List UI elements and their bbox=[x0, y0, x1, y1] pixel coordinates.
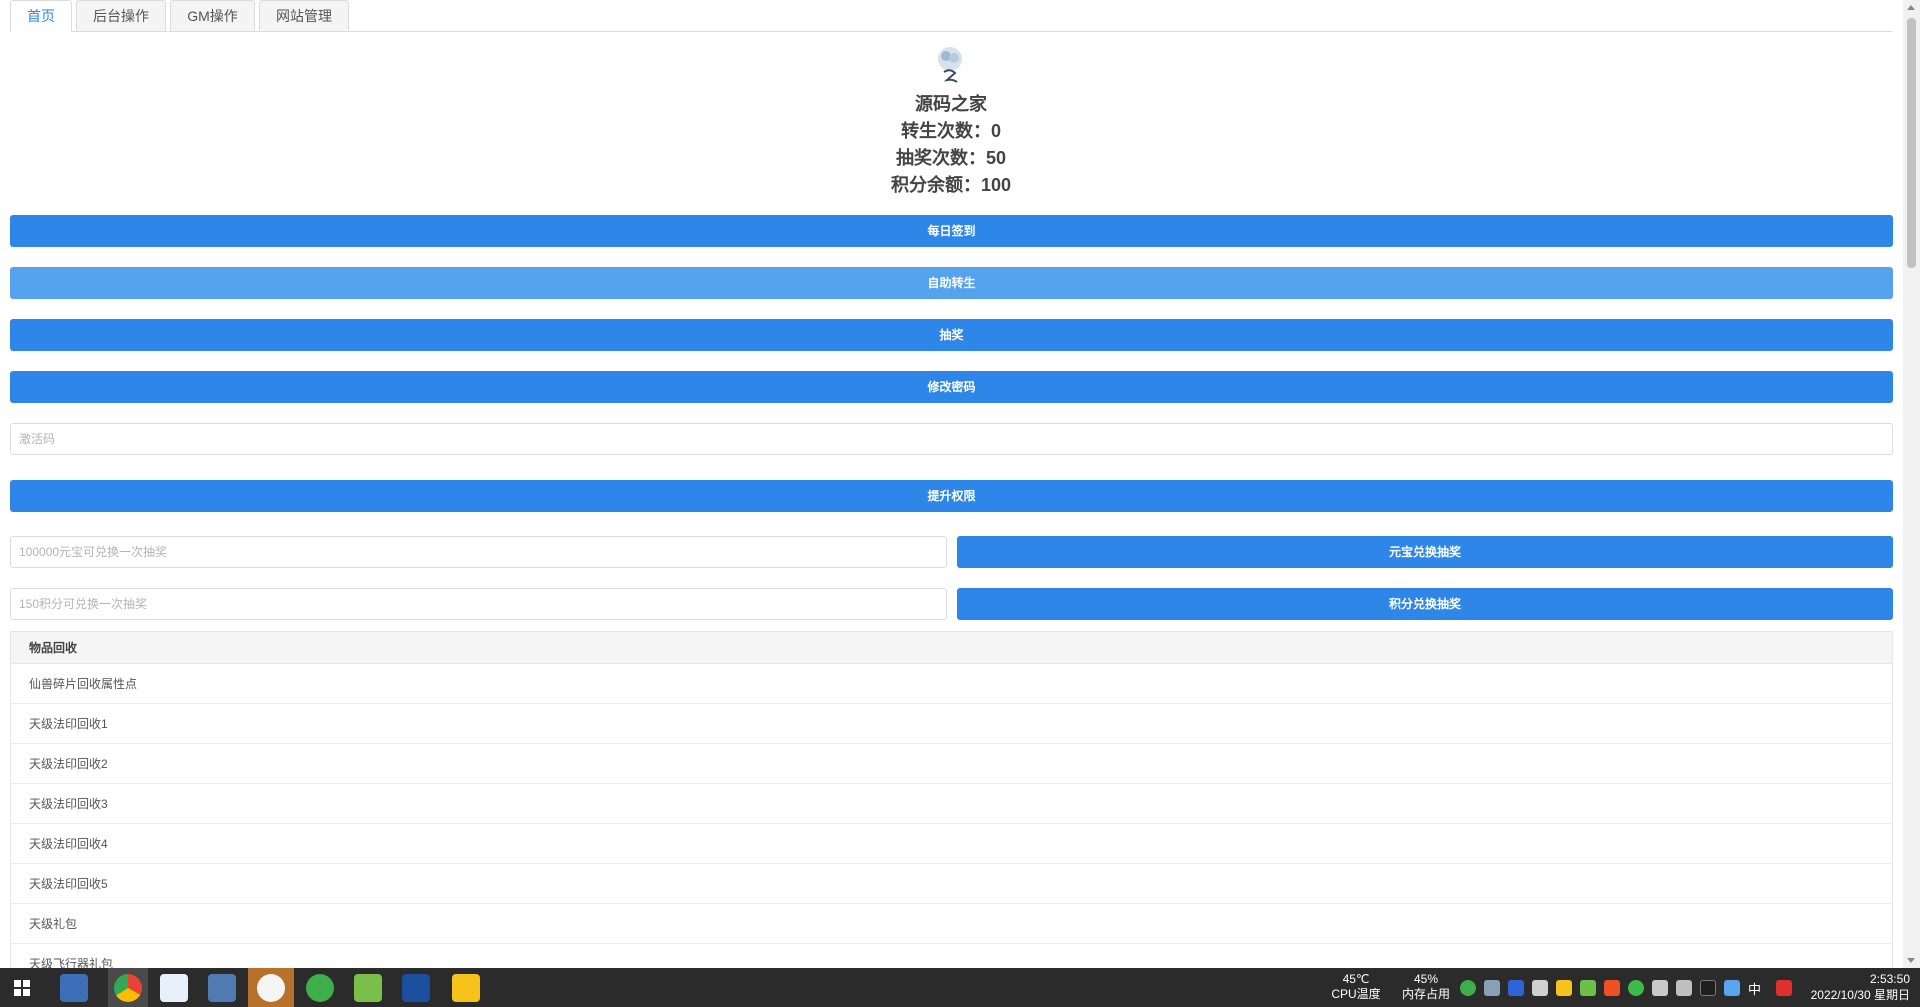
list-item[interactable]: 天级法印回收4 bbox=[11, 824, 1892, 864]
profile-name: 源码之家 bbox=[915, 94, 987, 114]
volume-icon[interactable] bbox=[1676, 980, 1692, 996]
memory-usage-label: 内存占用 bbox=[1401, 987, 1450, 1001]
tab-gm[interactable]: GM操作 bbox=[170, 0, 255, 32]
yuanbao-exchange-input[interactable] bbox=[10, 536, 947, 568]
list-item[interactable]: 天级礼包 bbox=[11, 904, 1892, 944]
windows-start-icon[interactable] bbox=[14, 980, 30, 996]
search-app-icon[interactable] bbox=[452, 974, 480, 1002]
points-exchange-button[interactable]: 积分兑换抽奖 bbox=[957, 588, 1893, 620]
tab-bar: 首页 后台操作 GM操作 网站管理 bbox=[10, 0, 1892, 32]
memory-usage-value: 45% bbox=[1413, 972, 1439, 986]
tray-sogou-icon[interactable] bbox=[1776, 980, 1792, 996]
baidu-netdisk-icon[interactable] bbox=[160, 974, 188, 1002]
scrollbar-thumb[interactable] bbox=[1907, 18, 1916, 268]
list-item[interactable]: 天级飞行器礼包 bbox=[11, 944, 1892, 968]
remote-desktop-icon[interactable] bbox=[208, 974, 236, 1002]
tray-monitor-icon[interactable] bbox=[1532, 980, 1548, 996]
sync-app-icon[interactable] bbox=[306, 974, 334, 1002]
tab-backend[interactable]: 后台操作 bbox=[76, 0, 166, 32]
tray-nvidia-icon[interactable] bbox=[1580, 980, 1596, 996]
tray-sync-icon[interactable] bbox=[1460, 980, 1476, 996]
points-balance: 积分余额：100 bbox=[890, 175, 1012, 195]
scroll-down-icon[interactable] bbox=[1907, 958, 1915, 963]
item-recycle-panel: 物品回收 仙兽碎片回收属性点 天级法印回收1 天级法印回收2 天级法印回收3 天… bbox=[10, 631, 1893, 968]
cpu-temp-value: 45℃ bbox=[1342, 972, 1370, 986]
cpu-temp-label: CPU温度 bbox=[1331, 987, 1381, 1001]
tray-app-icon[interactable] bbox=[1508, 980, 1524, 996]
scroll-up-icon[interactable] bbox=[1907, 5, 1915, 10]
app-circle-icon[interactable] bbox=[257, 974, 285, 1002]
tray-qq-icon[interactable] bbox=[1700, 980, 1716, 996]
system-clock[interactable]: 2:53:50 2022/10/30 星期日 bbox=[1811, 971, 1910, 1003]
file-explorer-icon[interactable] bbox=[60, 974, 88, 1002]
points-exchange-input[interactable] bbox=[10, 588, 947, 620]
vertical-scrollbar[interactable] bbox=[1903, 0, 1920, 968]
ime-indicator[interactable]: 中 bbox=[1748, 979, 1761, 998]
memory-usage: 45% 内存占用 bbox=[1398, 972, 1454, 1002]
notepad-icon[interactable] bbox=[354, 974, 382, 1002]
list-item[interactable]: 仙兽碎片回收属性点 bbox=[11, 664, 1892, 704]
tray-network-icon[interactable] bbox=[1484, 980, 1500, 996]
activation-code-input[interactable] bbox=[10, 423, 1893, 455]
tray-wechat-icon[interactable] bbox=[1628, 980, 1644, 996]
tray-app2-icon[interactable] bbox=[1604, 980, 1620, 996]
tab-home[interactable]: 首页 bbox=[10, 0, 72, 32]
clock-date: 2022/10/30 星期日 bbox=[1810, 988, 1910, 1002]
lottery-button[interactable]: 抽奖 bbox=[10, 319, 1893, 351]
tray-network2-icon[interactable] bbox=[1652, 980, 1668, 996]
rebirth-count: 转生次数：0 bbox=[900, 121, 1001, 141]
chrome-icon[interactable] bbox=[114, 974, 142, 1002]
daily-checkin-button[interactable]: 每日签到 bbox=[10, 215, 1893, 247]
tray-search-icon[interactable] bbox=[1556, 980, 1572, 996]
taskbar: 45℃ CPU温度 45% 内存占用 中 2:53:50 2022/10/30 … bbox=[0, 968, 1920, 1007]
upgrade-permission-button[interactable]: 提升权限 bbox=[10, 480, 1893, 512]
avatar bbox=[935, 46, 965, 84]
list-item[interactable]: 天级法印回收1 bbox=[11, 704, 1892, 744]
tray-baidu-icon[interactable] bbox=[1724, 980, 1740, 996]
tab-site-admin[interactable]: 网站管理 bbox=[259, 0, 349, 32]
cpu-temp: 45℃ CPU温度 bbox=[1328, 972, 1384, 1002]
clock-time: 2:53:50 bbox=[1869, 972, 1910, 986]
list-item[interactable]: 天级法印回收5 bbox=[11, 864, 1892, 904]
yuanbao-exchange-button[interactable]: 元宝兑换抽奖 bbox=[957, 536, 1893, 568]
list-item[interactable]: 天级法印回收2 bbox=[11, 744, 1892, 784]
change-password-button[interactable]: 修改密码 bbox=[10, 371, 1893, 403]
self-rebirth-button[interactable]: 自助转生 bbox=[10, 267, 1893, 299]
panel-title: 物品回收 bbox=[11, 632, 1892, 664]
lottery-count: 抽奖次数：50 bbox=[895, 148, 1007, 168]
page: 首页 后台操作 GM操作 网站管理 源码之家 转生次数：0 抽奖次数：50 积分… bbox=[0, 0, 1920, 968]
network-tool-icon[interactable] bbox=[402, 974, 430, 1002]
list-item[interactable]: 天级法印回收3 bbox=[11, 784, 1892, 824]
